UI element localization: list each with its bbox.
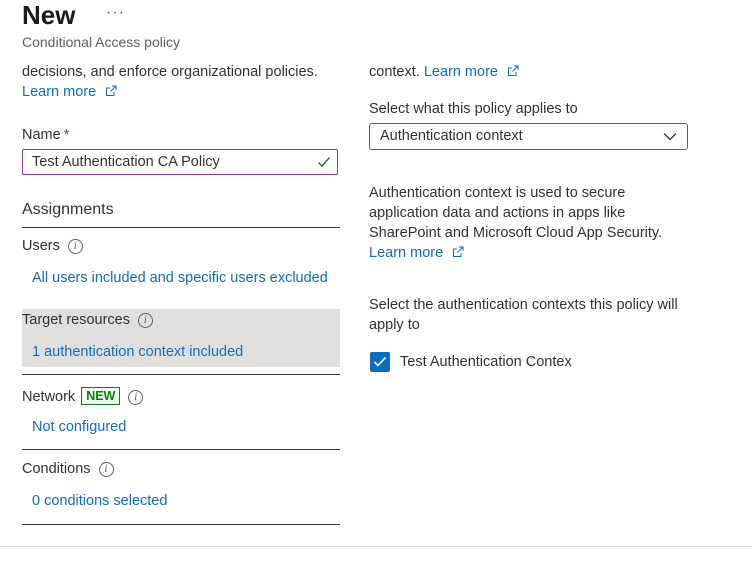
external-link-icon (106, 85, 117, 96)
name-label: Name * (22, 127, 69, 143)
conditions-label-text: Conditions (22, 461, 91, 477)
conditional-access-policy-page: New ··· Conditional Access policy decisi… (0, 0, 752, 561)
auth-context-description-3: SharePoint and Microsoft Cloud App Secur… (369, 225, 663, 241)
page-title: New (22, 0, 76, 30)
checkmark-icon (318, 157, 331, 168)
policy-name-value: Test Authentication CA Policy (32, 154, 220, 170)
divider (22, 449, 340, 450)
intro-learn-more-label[interactable]: Learn more (22, 84, 96, 100)
desc-learn-more[interactable]: Learn more (369, 245, 464, 261)
auth-context-checkbox-label[interactable]: Test Authentication Contex (400, 354, 572, 370)
network-label-text: Network (22, 389, 76, 405)
context-learn-more[interactable]: Learn more (424, 64, 498, 80)
desc-learn-more-label[interactable]: Learn more (369, 245, 443, 261)
name-label-text: Name (22, 127, 61, 143)
select-contexts-label-1: Select the authentication contexts this … (369, 297, 678, 313)
conditions-label: Conditions i (22, 461, 114, 477)
auth-context-description-1: Authentication context is used to secure (369, 185, 626, 201)
intro-learn-more[interactable]: Learn more (22, 84, 117, 100)
divider (22, 374, 340, 375)
intro-text: decisions, and enforce organizational po… (22, 64, 318, 80)
chevron-down-icon (663, 133, 677, 141)
page-subtitle: Conditional Access policy (22, 34, 180, 50)
users-label-text: Users (22, 238, 60, 254)
network-label: Network NEW i (22, 387, 144, 405)
new-badge: NEW (81, 387, 121, 405)
required-asterisk: * (63, 127, 70, 143)
auth-context-checkbox[interactable] (370, 352, 390, 372)
footer-divider (0, 546, 752, 547)
divider (22, 227, 340, 228)
auth-context-description-2: application data and actions in apps lik… (369, 205, 626, 221)
assignments-heading: Assignments (22, 201, 114, 218)
external-link-icon (453, 246, 464, 257)
applies-to-label: Select what this policy applies to (369, 101, 578, 117)
external-link-icon (508, 65, 519, 76)
info-icon[interactable]: i (98, 462, 114, 477)
users-link[interactable]: All users included and specific users ex… (32, 270, 328, 286)
info-icon[interactable]: i (138, 313, 153, 328)
context-text: context. (369, 64, 420, 80)
more-options-button[interactable]: ··· (106, 4, 125, 22)
target-resources-label-text: Target resources (22, 312, 130, 328)
conditions-link[interactable]: 0 conditions selected (32, 493, 167, 509)
applies-to-dropdown[interactable]: Authentication context (369, 123, 688, 150)
checkmark-icon (373, 356, 387, 367)
policy-name-input[interactable]: Test Authentication CA Policy (22, 149, 338, 175)
context-text-line: context. Learn more (369, 64, 519, 80)
target-resources-label: Target resources i (22, 312, 153, 328)
info-icon[interactable]: i (67, 239, 83, 254)
network-link[interactable]: Not configured (32, 419, 126, 435)
select-contexts-label-2: apply to (369, 317, 420, 333)
users-label: Users i (22, 238, 83, 254)
applies-to-value: Authentication context (380, 128, 523, 144)
info-icon[interactable]: i (128, 390, 144, 405)
target-resources-link[interactable]: 1 authentication context included (32, 344, 243, 360)
divider (22, 524, 340, 525)
